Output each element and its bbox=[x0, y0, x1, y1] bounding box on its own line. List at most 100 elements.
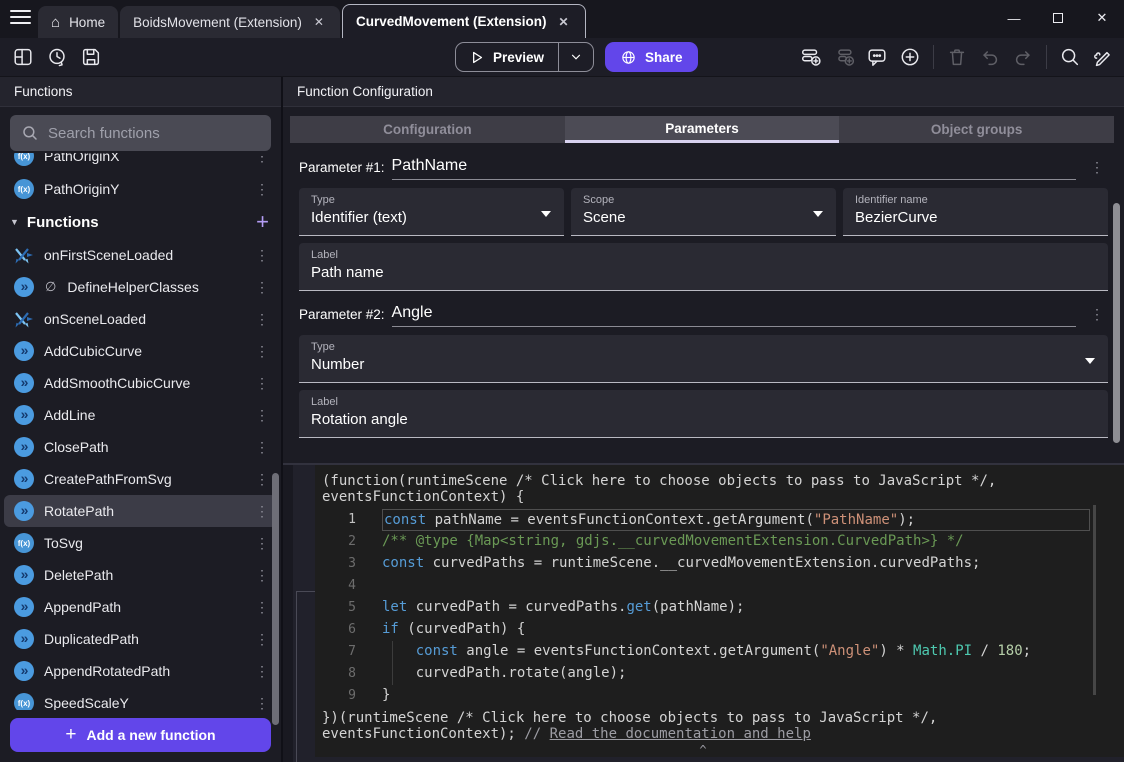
add-comment-icon[interactable] bbox=[864, 44, 890, 70]
parameter-name-input[interactable]: PathName bbox=[392, 157, 1076, 180]
function-label: onFirstSceneLoaded bbox=[44, 247, 173, 263]
scope-select[interactable]: Scope Scene bbox=[571, 188, 836, 236]
indent-guide bbox=[392, 641, 393, 685]
documentation-link[interactable]: // Read the documentation and help bbox=[524, 726, 811, 742]
parameter-menu-icon[interactable]: ⋮ bbox=[1090, 159, 1108, 180]
function-label: AddSmoothCubicCurve bbox=[44, 375, 190, 391]
code-editor[interactable]: (function(runtimeScene /* Click here to … bbox=[315, 465, 1124, 757]
add-function-button[interactable]: + Add a new function bbox=[10, 718, 271, 752]
function-item-RotatePath[interactable]: »RotatePath⋮ bbox=[4, 495, 277, 527]
functions-section-header[interactable]: ▼Functions+ bbox=[0, 205, 281, 239]
field-label: Type bbox=[311, 341, 1096, 353]
close-window-button[interactable]: ✕ bbox=[1080, 10, 1124, 26]
function-item-ToSvg[interactable]: f(x)ToSvg⋮ bbox=[0, 527, 281, 559]
type-select[interactable]: Type Number bbox=[299, 335, 1108, 383]
field-label: Identifier name bbox=[855, 194, 1096, 206]
tab-object-groups[interactable]: Object groups bbox=[839, 116, 1114, 143]
code-line-6[interactable]: 6if (curvedPath) { bbox=[322, 619, 1124, 641]
code-line-7[interactable]: 7 const angle = eventsFunctionContext.ge… bbox=[322, 641, 1124, 663]
function-item-AppendPath[interactable]: »AppendPath⋮ bbox=[0, 591, 281, 623]
expression-icon: f(x) bbox=[14, 693, 34, 710]
add-event-icon[interactable] bbox=[798, 44, 824, 70]
dropdown-caret-icon bbox=[541, 211, 551, 217]
function-item-CreatePathFromSvg[interactable]: »CreatePathFromSvg⋮ bbox=[0, 463, 281, 495]
code-line-9[interactable]: 9} bbox=[322, 685, 1124, 707]
code-wrapper-line[interactable]: })(runtimeScene /* Click here to choose … bbox=[322, 710, 1124, 726]
add-circle-icon[interactable] bbox=[897, 44, 923, 70]
menu-icon[interactable] bbox=[10, 10, 31, 28]
item-menu-icon[interactable]: ⋮ bbox=[255, 247, 281, 264]
panels-icon[interactable] bbox=[10, 44, 36, 70]
action-icon: » bbox=[14, 501, 34, 521]
add-function-icon[interactable]: + bbox=[256, 211, 269, 233]
function-item-SpeedScaleY[interactable]: f(x)SpeedScaleY⋮ bbox=[0, 687, 281, 710]
search-input[interactable]: Search functions bbox=[10, 115, 271, 151]
label-field[interactable]: Label Rotation angle bbox=[299, 390, 1108, 438]
item-menu-icon[interactable]: ⋮ bbox=[255, 407, 281, 424]
search-icon[interactable] bbox=[1057, 44, 1083, 70]
item-menu-icon[interactable]: ⋮ bbox=[255, 181, 281, 198]
collapse-caret-icon[interactable]: ^ bbox=[322, 743, 1084, 757]
search-icon bbox=[21, 124, 39, 142]
collapse-triangle-icon[interactable]: ▼ bbox=[10, 217, 19, 227]
close-icon[interactable]: ✕ bbox=[556, 13, 572, 31]
parameters-scrollbar[interactable] bbox=[1113, 203, 1120, 443]
item-menu-icon[interactable]: ⋮ bbox=[255, 343, 281, 360]
function-item-PathOriginX[interactable]: f(x) PathOriginX ⋮ bbox=[0, 153, 281, 173]
tab-parameters[interactable]: Parameters bbox=[565, 116, 840, 143]
edit-extension-icon[interactable] bbox=[1090, 44, 1116, 70]
code-line-2[interactable]: 2/** @type {Map<string, gdjs.__curvedMov… bbox=[322, 531, 1124, 553]
function-item-ClosePath[interactable]: »ClosePath⋮ bbox=[0, 431, 281, 463]
function-item-AddCubicCurve[interactable]: »AddCubicCurve⋮ bbox=[0, 335, 281, 367]
item-menu-icon[interactable]: ⋮ bbox=[255, 375, 281, 392]
function-item-DefineHelperClasses[interactable]: »∅DefineHelperClasses⋮ bbox=[0, 271, 281, 303]
function-item-onFirstSceneLoaded[interactable]: onFirstSceneLoaded ⋮ bbox=[0, 239, 281, 271]
code-line-3[interactable]: 3const curvedPaths = runtimeScene.__curv… bbox=[322, 553, 1124, 575]
tab-home[interactable]: ⌂ Home bbox=[38, 6, 118, 38]
identifier-name-field[interactable]: Identifier name BezierCurve bbox=[843, 188, 1108, 236]
code-line-5[interactable]: 5let curvedPath = curvedPaths.get(pathNa… bbox=[322, 597, 1124, 619]
function-item-AppendRotatedPath[interactable]: »AppendRotatedPath⋮ bbox=[0, 655, 281, 687]
function-item-DeletePath[interactable]: »DeletePath⋮ bbox=[0, 559, 281, 591]
history-icon[interactable] bbox=[44, 44, 70, 70]
function-label: AppendRotatedPath bbox=[44, 663, 170, 679]
code-line-1[interactable]: 1const pathName = eventsFunctionContext.… bbox=[322, 509, 1124, 531]
function-label: PathOriginX bbox=[44, 153, 119, 164]
save-icon[interactable] bbox=[78, 44, 104, 70]
label-field[interactable]: Label Path name bbox=[299, 243, 1108, 291]
preview-button[interactable]: Preview bbox=[455, 42, 594, 72]
item-menu-icon[interactable]: ⋮ bbox=[255, 311, 281, 328]
function-item-AddSmoothCubicCurve[interactable]: »AddSmoothCubicCurve⋮ bbox=[0, 367, 281, 399]
expression-icon: f(x) bbox=[14, 153, 34, 166]
minimize-button[interactable]: — bbox=[992, 11, 1036, 26]
maximize-button[interactable] bbox=[1036, 11, 1080, 26]
type-select[interactable]: Type Identifier (text) bbox=[299, 188, 564, 236]
code-lines[interactable]: 1const pathName = eventsFunctionContext.… bbox=[322, 509, 1124, 707]
code-wrapper-line: eventsFunctionContext) { bbox=[322, 489, 1124, 505]
function-item-AddLine[interactable]: »AddLine⋮ bbox=[0, 399, 281, 431]
code-scrollbar[interactable] bbox=[1093, 505, 1096, 695]
item-menu-icon[interactable]: ⋮ bbox=[255, 439, 281, 456]
item-menu-icon[interactable]: ⋮ bbox=[255, 153, 281, 165]
tab-configuration[interactable]: Configuration bbox=[290, 116, 565, 143]
function-label: AddCubicCurve bbox=[44, 343, 142, 359]
code-wrapper-line[interactable]: (function(runtimeScene /* Click here to … bbox=[322, 473, 1124, 489]
function-item-onSceneLoaded[interactable]: onSceneLoaded⋮ bbox=[0, 303, 281, 335]
action-icon: » bbox=[14, 661, 34, 681]
parameter-name-input[interactable]: Angle bbox=[392, 304, 1076, 327]
item-menu-icon[interactable]: ⋮ bbox=[255, 279, 281, 296]
code-line-4[interactable]: 4 bbox=[322, 575, 1124, 597]
code-line-8[interactable]: 8 curvedPath.rotate(angle); bbox=[322, 663, 1124, 685]
close-icon[interactable]: ✕ bbox=[311, 13, 327, 31]
function-item-PathOriginY[interactable]: f(x)PathOriginY⋮ bbox=[0, 173, 281, 205]
share-button[interactable]: Share bbox=[605, 42, 698, 72]
add-subevent-icon bbox=[831, 44, 857, 70]
line-number: 2 bbox=[322, 531, 356, 553]
parameter-menu-icon[interactable]: ⋮ bbox=[1090, 306, 1108, 327]
sidebar-scrollbar[interactable] bbox=[272, 473, 279, 725]
line-content: if (curvedPath) { bbox=[382, 619, 1090, 641]
preview-dropdown-button[interactable] bbox=[559, 50, 593, 64]
function-item-DuplicatedPath[interactable]: »DuplicatedPath⋮ bbox=[0, 623, 281, 655]
tab-boidsmovement[interactable]: BoidsMovement (Extension) ✕ bbox=[120, 6, 340, 38]
tab-curvedmovement[interactable]: CurvedMovement (Extension) ✕ bbox=[342, 4, 586, 38]
